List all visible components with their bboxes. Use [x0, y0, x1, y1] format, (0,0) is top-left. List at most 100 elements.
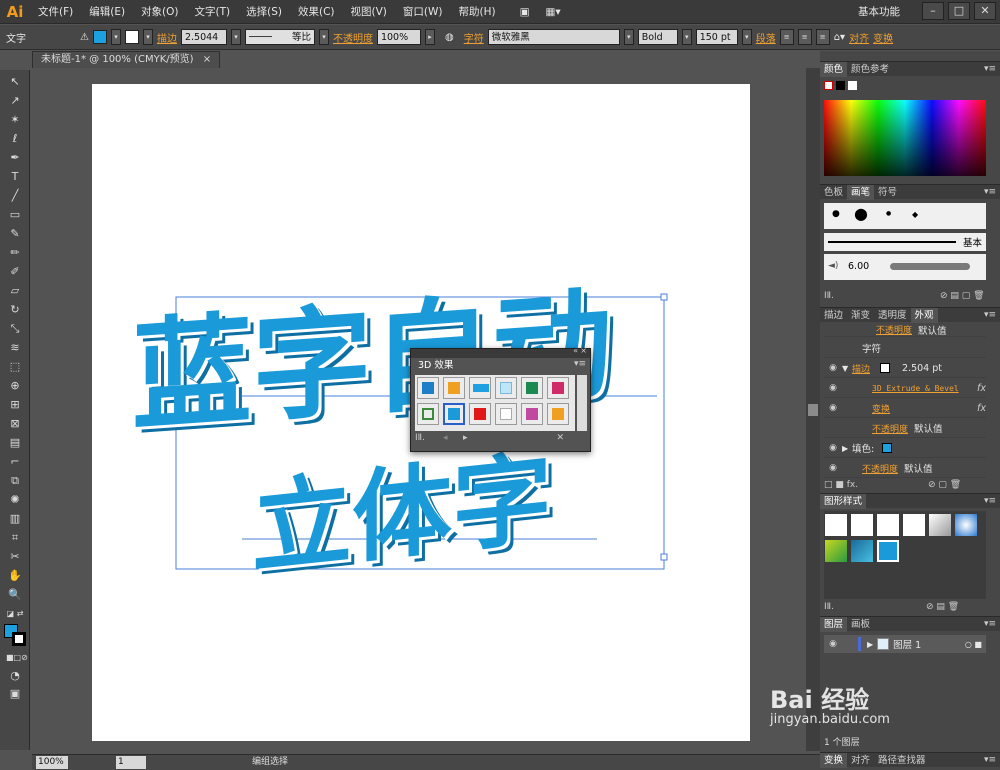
graphic-style-7[interactable]	[825, 540, 847, 562]
maximize-icon[interactable]: □	[948, 2, 970, 20]
appearance-row-opacity-top[interactable]: 不透明度 默认值	[824, 323, 986, 337]
3d-style-2[interactable]	[443, 377, 465, 399]
pen-tool-icon[interactable]: ✒	[6, 150, 24, 166]
color-spectrum[interactable]	[824, 100, 986, 176]
3d-style-9[interactable]	[469, 403, 491, 425]
graphic-style-6[interactable]	[955, 514, 977, 536]
line-tool-icon[interactable]: ╱	[6, 188, 24, 204]
eye-icon[interactable]: ◉	[824, 463, 842, 473]
3d-style-10[interactable]	[495, 403, 517, 425]
eye-icon[interactable]: ◉	[824, 639, 842, 649]
stroke-swatch-icon[interactable]	[880, 363, 891, 373]
menu-window[interactable]: 窗口(W)	[395, 0, 451, 24]
brush-tip-small-icon[interactable]: ●	[832, 209, 840, 219]
3d-style-3[interactable]	[469, 377, 491, 399]
tab-graphic-styles[interactable]: 图形样式	[820, 493, 867, 509]
graphic-styles-actions-icons[interactable]: ⊘ ▤ 🗑	[926, 602, 959, 612]
3d-style-5[interactable]	[521, 377, 543, 399]
graphic-style-1[interactable]	[825, 514, 847, 536]
tab-swatches[interactable]: 色板	[820, 185, 847, 200]
tab-symbols[interactable]: 符号	[874, 185, 901, 200]
scroll-thumb[interactable]	[808, 404, 818, 416]
panel-grip[interactable]: « ×	[411, 346, 590, 358]
fill-swatch[interactable]	[92, 30, 107, 44]
panel-menu-icon[interactable]: ▾≡	[984, 617, 996, 632]
appearance-row-stroke[interactable]: ◉ ▼ 描边 2.504 pt	[824, 359, 986, 378]
graphic-style-5[interactable]	[929, 514, 951, 536]
panel-menu-icon[interactable]: ▾≡	[574, 359, 586, 369]
tab-stroke[interactable]: 描边	[820, 308, 847, 323]
zoom-tool-icon[interactable]: 🔍	[6, 587, 24, 603]
align-label[interactable]: 对齐	[849, 30, 869, 45]
eye-icon[interactable]: ◉	[824, 403, 842, 413]
opacity-link[interactable]: 不透明度	[876, 323, 912, 336]
expand-down-icon[interactable]: ▼	[842, 364, 852, 373]
type-tool-icon[interactable]: T	[6, 169, 24, 185]
brush-tip-tiny-icon[interactable]: ●	[886, 210, 891, 217]
brush-tip-large-icon[interactable]: ●	[854, 204, 868, 223]
layer-row[interactable]: ◉ ▶ 图层 1 ○ ■	[824, 635, 986, 653]
brush-library-icon[interactable]: ⅠⅡ.	[824, 291, 834, 301]
opacity-field[interactable]: 100%	[376, 29, 421, 45]
font-size-field[interactable]: 150 pt	[695, 29, 738, 45]
hand-tool-icon[interactable]: ✋	[6, 568, 24, 584]
scale-tool-icon[interactable]: ⤡	[6, 321, 24, 337]
none-swatch[interactable]	[824, 81, 833, 90]
zoom-field[interactable]: 100%	[36, 756, 68, 769]
font-style-dropdown[interactable]: ▾	[681, 29, 692, 45]
3d-style-12[interactable]	[547, 403, 569, 425]
tab-brushes[interactable]: 画笔	[847, 184, 875, 200]
panel-menu-icon[interactable]: ▾≡	[984, 185, 996, 200]
3d-style-7[interactable]	[417, 403, 439, 425]
tab-color-guide[interactable]: 颜色参考	[847, 62, 893, 77]
blend-tool-icon[interactable]: ⧉	[6, 473, 24, 489]
opacity-link[interactable]: 不透明度	[872, 422, 908, 435]
free-transform-tool-icon[interactable]: ⬚	[6, 359, 24, 375]
profile-dropdown[interactable]: ▾	[318, 29, 329, 45]
target-icon[interactable]: ○ ■	[965, 640, 982, 649]
3d-panel-scrollbar[interactable]	[577, 375, 587, 431]
transform-link[interactable]: 变换	[872, 402, 890, 415]
stroke-weight-field[interactable]: 2.5044	[180, 29, 227, 45]
minimize-icon[interactable]: –	[922, 2, 944, 20]
fill-dropdown[interactable]: ▾	[110, 29, 121, 45]
magic-wand-tool-icon[interactable]: ✶	[6, 112, 24, 128]
3d-style-4[interactable]	[495, 377, 517, 399]
font-style-field[interactable]: Bold	[637, 29, 678, 45]
break-link-icon[interactable]: ✕	[556, 433, 564, 443]
basic-brush-row[interactable]: 基本	[824, 233, 986, 251]
page-field[interactable]: 1	[116, 756, 146, 769]
close-icon[interactable]: ✕	[974, 2, 996, 20]
white-swatch[interactable]	[848, 81, 857, 90]
transform-label[interactable]: 变换	[873, 30, 893, 45]
rotate-tool-icon[interactable]: ↻	[6, 302, 24, 318]
column-graph-tool-icon[interactable]: ▥	[6, 511, 24, 527]
graphic-style-8[interactable]	[851, 540, 873, 562]
blob-brush-tool-icon[interactable]: ✐	[6, 264, 24, 280]
stroke-swatch[interactable]	[124, 30, 139, 44]
graphic-style-4[interactable]	[903, 514, 925, 536]
panel-menu-icon[interactable]: ▾≡	[984, 62, 996, 77]
selection-tool-icon[interactable]: ↖	[6, 74, 24, 90]
appearance-row-fill[interactable]: ◉ ▶ 填色:	[824, 439, 986, 458]
brush-tip-angled-icon[interactable]: ◆	[912, 210, 918, 219]
menu-edit[interactable]: 编辑(E)	[81, 0, 133, 24]
bridge-icon[interactable]: ▣	[512, 0, 538, 24]
pencil-tool-icon[interactable]: ✏	[6, 245, 24, 261]
expand-right-icon[interactable]: ▶	[867, 640, 873, 649]
align-right-icon[interactable]: ≡	[815, 29, 830, 45]
stroke-color-icon[interactable]	[12, 632, 26, 646]
symbol-sprayer-tool-icon[interactable]: ✺	[6, 492, 24, 508]
appearance-row-character[interactable]: 字符	[824, 339, 986, 358]
eye-icon[interactable]: ◉	[824, 443, 842, 453]
tab-layers[interactable]: 图层	[820, 616, 848, 632]
opacity-dropdown[interactable]: ▸	[424, 29, 435, 45]
artistic-brush-row[interactable]: ◄) 6.00	[824, 254, 986, 280]
appearance-actions-icons[interactable]: ⊘ ▢ 🗑	[928, 480, 961, 490]
shape-builder-tool-icon[interactable]: ⊕	[6, 378, 24, 394]
eye-icon[interactable]: ◉	[824, 383, 842, 393]
black-swatch[interactable]	[836, 81, 845, 90]
stroke-dropdown[interactable]: ▾	[142, 29, 153, 45]
menu-select[interactable]: 选择(S)	[238, 0, 290, 24]
panel-3d-title[interactable]: 3D 效果	[413, 358, 459, 373]
